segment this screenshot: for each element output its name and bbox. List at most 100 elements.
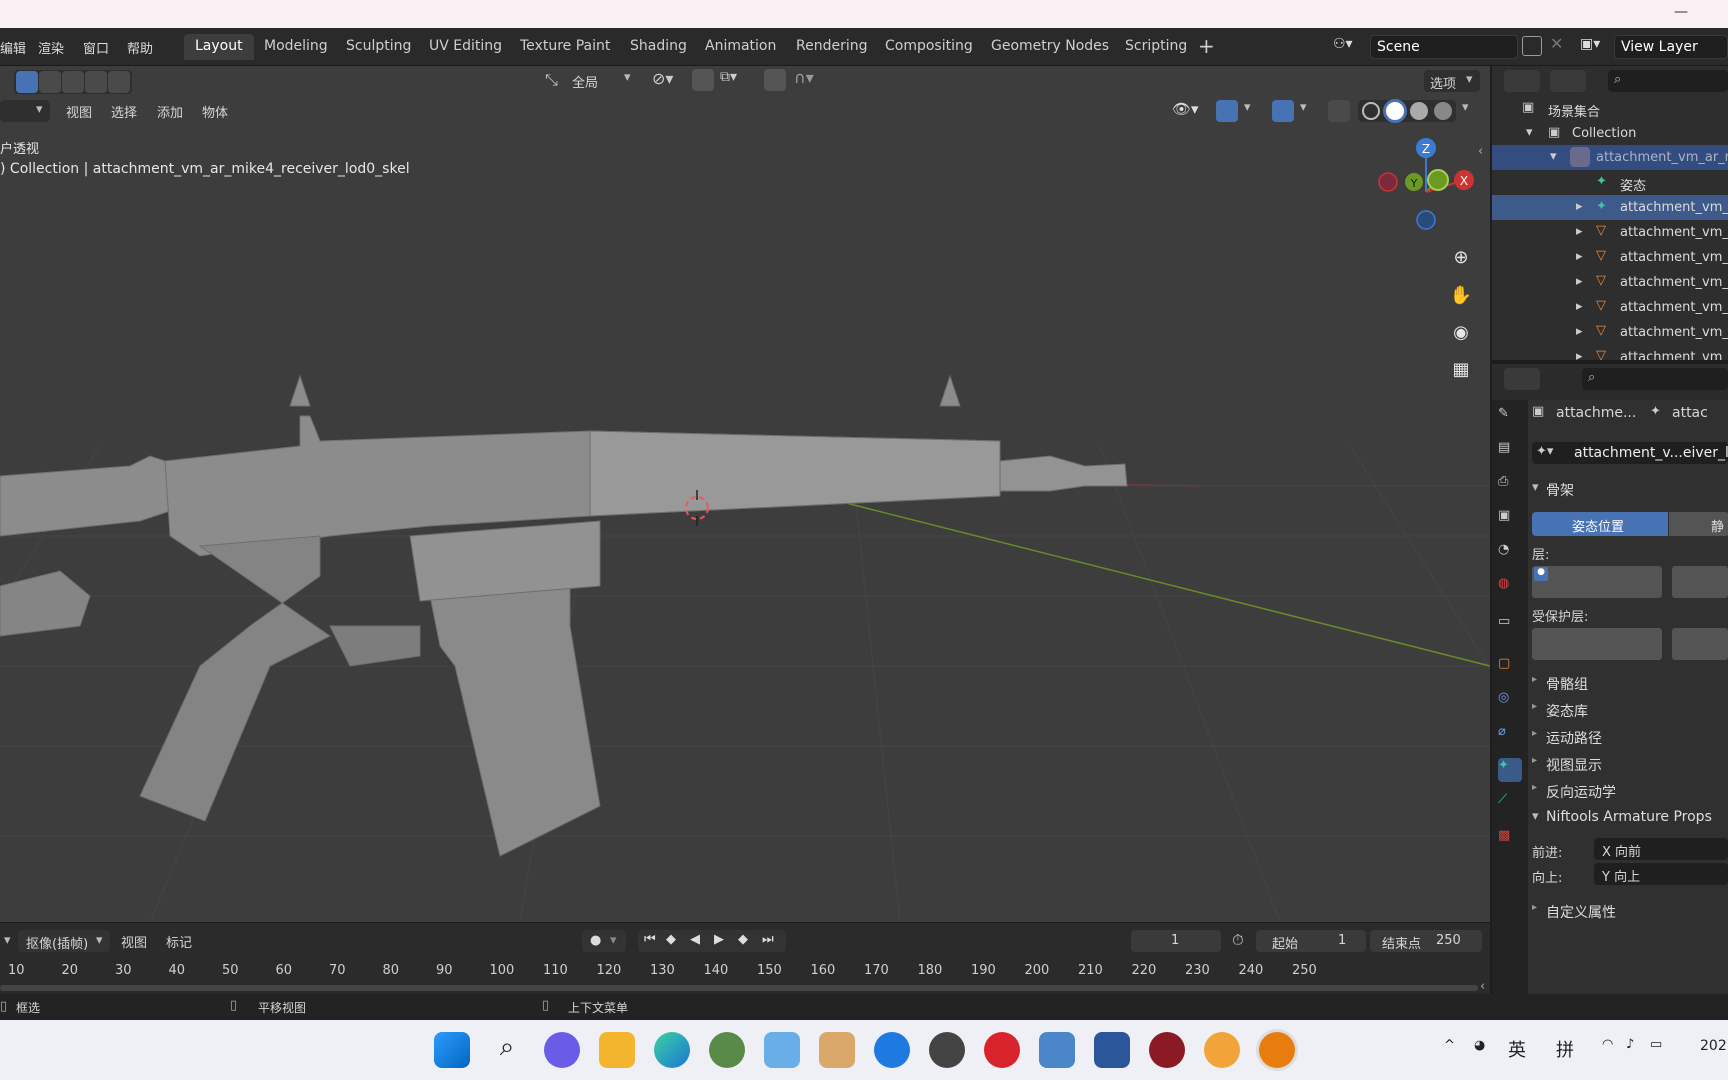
tray-expand-icon[interactable]: ^	[1444, 1038, 1455, 1053]
outliner-row-armature[interactable]: ▾ attachment_vm_ar_r	[1492, 145, 1728, 170]
chevron-down-icon[interactable]: ▾	[1244, 100, 1251, 115]
object-tab-icon[interactable]: ▢	[1498, 656, 1522, 680]
collapse-sidebar-icon[interactable]: ‹	[1478, 144, 1483, 159]
visibility-icon[interactable]: 👁▾	[1172, 100, 1199, 118]
tab-sculpting[interactable]: Sculpting	[335, 34, 422, 60]
transform-orientation[interactable]: 全局	[572, 72, 598, 91]
collapsed-arrow-icon[interactable]: ▸	[1532, 782, 1537, 793]
armature-data-tab-icon[interactable]: ✦	[1498, 758, 1522, 782]
expand-arrow-icon[interactable]: ▾	[1526, 125, 1533, 140]
timeline-scrollbar[interactable]	[0, 985, 1478, 991]
t-app-icon[interactable]	[984, 1032, 1020, 1068]
substance-app-icon[interactable]	[1204, 1032, 1240, 1068]
outliner-search-input[interactable]: ⌕	[1608, 70, 1728, 92]
protected-layers-grid-2[interactable]	[1672, 628, 1728, 660]
chart-app-icon[interactable]	[1039, 1032, 1075, 1068]
protected-layers-grid[interactable]	[1532, 628, 1662, 660]
output-tab-icon[interactable]: ⎙	[1498, 474, 1522, 498]
menu-select[interactable]: 选择	[111, 102, 137, 121]
custom-properties-panel[interactable]: 自定义属性	[1546, 902, 1616, 922]
ime-mode[interactable]: 拼	[1556, 1036, 1574, 1062]
view-layer-field[interactable]: View Layer	[1614, 35, 1728, 59]
outliner-row-item[interactable]: ▸ ✦ attachment_vm_	[1492, 195, 1728, 220]
ghost-app-icon[interactable]	[764, 1032, 800, 1068]
expand-arrow-icon[interactable]: ▸	[1576, 324, 1583, 339]
ortho-toggle-icon[interactable]: ▦	[1446, 354, 1476, 384]
motion-paths-panel[interactable]: 运动路径	[1546, 728, 1602, 748]
scene-selector-icon[interactable]: ⚇▾	[1333, 36, 1365, 58]
tab-modeling[interactable]: Modeling	[253, 34, 339, 60]
rendered-shading-icon[interactable]	[1434, 102, 1452, 120]
collapsed-arrow-icon[interactable]: ▸	[1532, 728, 1537, 739]
chat-icon[interactable]	[544, 1032, 580, 1068]
tool-tab-icon[interactable]: ✎	[1498, 406, 1522, 430]
bone-layers-grid-2[interactable]	[1672, 566, 1728, 598]
solid-shading-icon[interactable]	[1386, 102, 1404, 120]
collection-tab-icon[interactable]: ▭	[1498, 614, 1522, 638]
pivot-point-icon[interactable]: ⊘▾	[652, 69, 673, 88]
tab-scripting[interactable]: Scripting	[1114, 34, 1198, 60]
search-icon[interactable]: ⌕	[489, 1032, 525, 1068]
ime-language[interactable]: 英	[1508, 1036, 1526, 1062]
outliner-row-item[interactable]: ▸ ▽ attachment_vm_	[1492, 245, 1728, 270]
expand-arrow-icon[interactable]: ▾	[1532, 480, 1539, 495]
viewport-display-panel[interactable]: 视图显示	[1546, 755, 1602, 775]
camera-view-icon[interactable]: ◉	[1446, 317, 1476, 347]
rifle-model[interactable]	[0, 374, 1128, 857]
outliner-row-pose[interactable]: ✦ 姿态	[1492, 170, 1728, 195]
select-box-icon[interactable]	[16, 71, 38, 93]
windows-start-icon[interactable]	[434, 1032, 470, 1068]
filter-icon[interactable]	[1550, 70, 1586, 92]
world-tab-icon[interactable]: ◍	[1498, 576, 1522, 600]
collapsed-arrow-icon[interactable]: ▸	[1532, 701, 1537, 712]
gizmo-toggle-icon[interactable]	[1216, 100, 1238, 122]
tab-rendering[interactable]: Rendering	[785, 34, 879, 60]
blender-icon[interactable]	[1259, 1032, 1295, 1068]
xray-toggle-icon[interactable]	[1328, 100, 1350, 122]
game-app-icon[interactable]	[709, 1032, 745, 1068]
feishu-app-icon[interactable]	[874, 1032, 910, 1068]
collapsed-arrow-icon[interactable]: ▸	[1532, 755, 1537, 766]
tab-texture-paint[interactable]: Texture Paint	[509, 34, 621, 60]
up-axis-dropdown[interactable]: Y 向上	[1594, 863, 1728, 885]
expand-arrow-icon[interactable]: ▸	[1576, 299, 1583, 314]
outliner-row-scene-collection[interactable]: ▣ 场景集合	[1492, 96, 1728, 121]
clock[interactable]: 202	[1700, 1038, 1727, 1054]
tab-shading[interactable]: Shading	[619, 34, 698, 60]
expand-arrow-icon[interactable]: ▸	[1576, 349, 1583, 360]
chevron-down-icon[interactable]: ▾	[1300, 100, 1307, 115]
editor-type-icon[interactable]	[1504, 368, 1540, 390]
constraints-tab-icon[interactable]: ⌀	[1498, 724, 1522, 748]
new-scene-icon[interactable]	[1522, 36, 1542, 56]
properties-search-input[interactable]: ⌕	[1582, 368, 1728, 390]
active-layer-dot[interactable]: ●	[1534, 567, 1548, 581]
volume-icon[interactable]: ♪	[1626, 1037, 1634, 1052]
bone-tab-icon[interactable]: ⟋	[1498, 792, 1522, 816]
select-intersect-icon[interactable]	[108, 71, 130, 93]
expand-arrow-icon[interactable]: ▾	[1550, 149, 1557, 164]
pan-hand-icon[interactable]: ✋	[1446, 280, 1476, 310]
display-mode-icon[interactable]	[1504, 70, 1540, 92]
tab-compositing[interactable]: Compositing	[874, 34, 984, 60]
add-workspace-icon[interactable]: +	[1198, 34, 1215, 58]
select-subtract-icon[interactable]	[62, 71, 84, 93]
collapsed-arrow-icon[interactable]: ▸	[1532, 902, 1537, 913]
outliner-row-item[interactable]: ▸ ▽ attachment_vm_	[1492, 220, 1728, 245]
menu-add[interactable]: 添加	[157, 102, 183, 121]
niftools-panel-header[interactable]: Niftools Armature Props	[1546, 809, 1712, 825]
outliner-row-item[interactable]: ▸ ▽ attachment_vm_	[1492, 345, 1728, 360]
material-shading-icon[interactable]	[1410, 102, 1428, 120]
collapse-icon[interactable]: ‹	[1480, 979, 1485, 994]
mode-selector[interactable]: ▾	[0, 100, 50, 122]
expand-arrow-icon[interactable]: ▸	[1576, 274, 1583, 289]
menu-edit[interactable]: 编辑	[0, 38, 26, 57]
skeleton-panel-header[interactable]: 骨架	[1546, 480, 1574, 500]
chevron-down-icon[interactable]: ▾	[1462, 100, 1469, 115]
battery-icon[interactable]: ▭	[1650, 1037, 1662, 1052]
package-app-icon[interactable]	[819, 1032, 855, 1068]
view-layer-tab-icon[interactable]: ▣	[1498, 508, 1522, 532]
expand-arrow-icon[interactable]: ▸	[1576, 224, 1583, 239]
tab-animation[interactable]: Animation	[694, 34, 787, 60]
falloff-icon[interactable]: ∩▾	[794, 68, 814, 87]
edge-browser-icon[interactable]	[654, 1032, 690, 1068]
